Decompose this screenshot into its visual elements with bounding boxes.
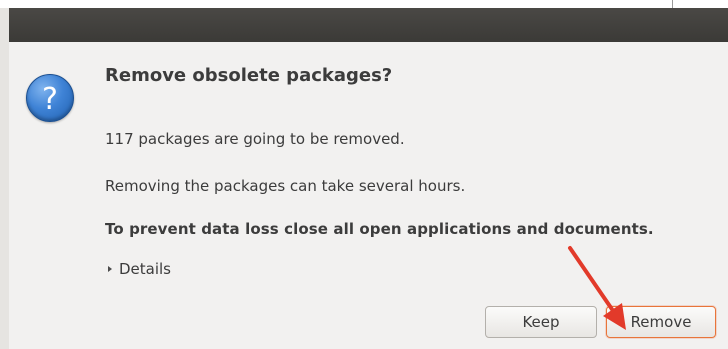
svg-text:?: ?	[42, 82, 58, 117]
details-label: Details	[119, 260, 172, 278]
dialog-titlebar[interactable]	[9, 8, 728, 42]
data-loss-warning-text: To prevent data loss close all open appl…	[105, 220, 654, 238]
dialog-title: Remove obsolete packages?	[105, 65, 393, 86]
remove-packages-dialog: ? Remove obsolete packages? 117 packages…	[9, 42, 728, 349]
background-window-strip	[0, 0, 728, 8]
background-window-left	[0, 8, 9, 349]
keep-button[interactable]: Keep	[485, 306, 597, 338]
remove-button[interactable]: Remove	[606, 306, 716, 338]
background-window-edge	[672, 0, 673, 8]
question-mark-glyph: ?	[42, 82, 58, 117]
question-icon: ?	[26, 74, 74, 122]
expander-triangle-icon	[108, 266, 112, 272]
packages-count-text: 117 packages are going to be removed.	[105, 130, 405, 148]
details-expander[interactable]: Details	[105, 260, 171, 278]
duration-warning-text: Removing the packages can take several h…	[105, 177, 466, 195]
